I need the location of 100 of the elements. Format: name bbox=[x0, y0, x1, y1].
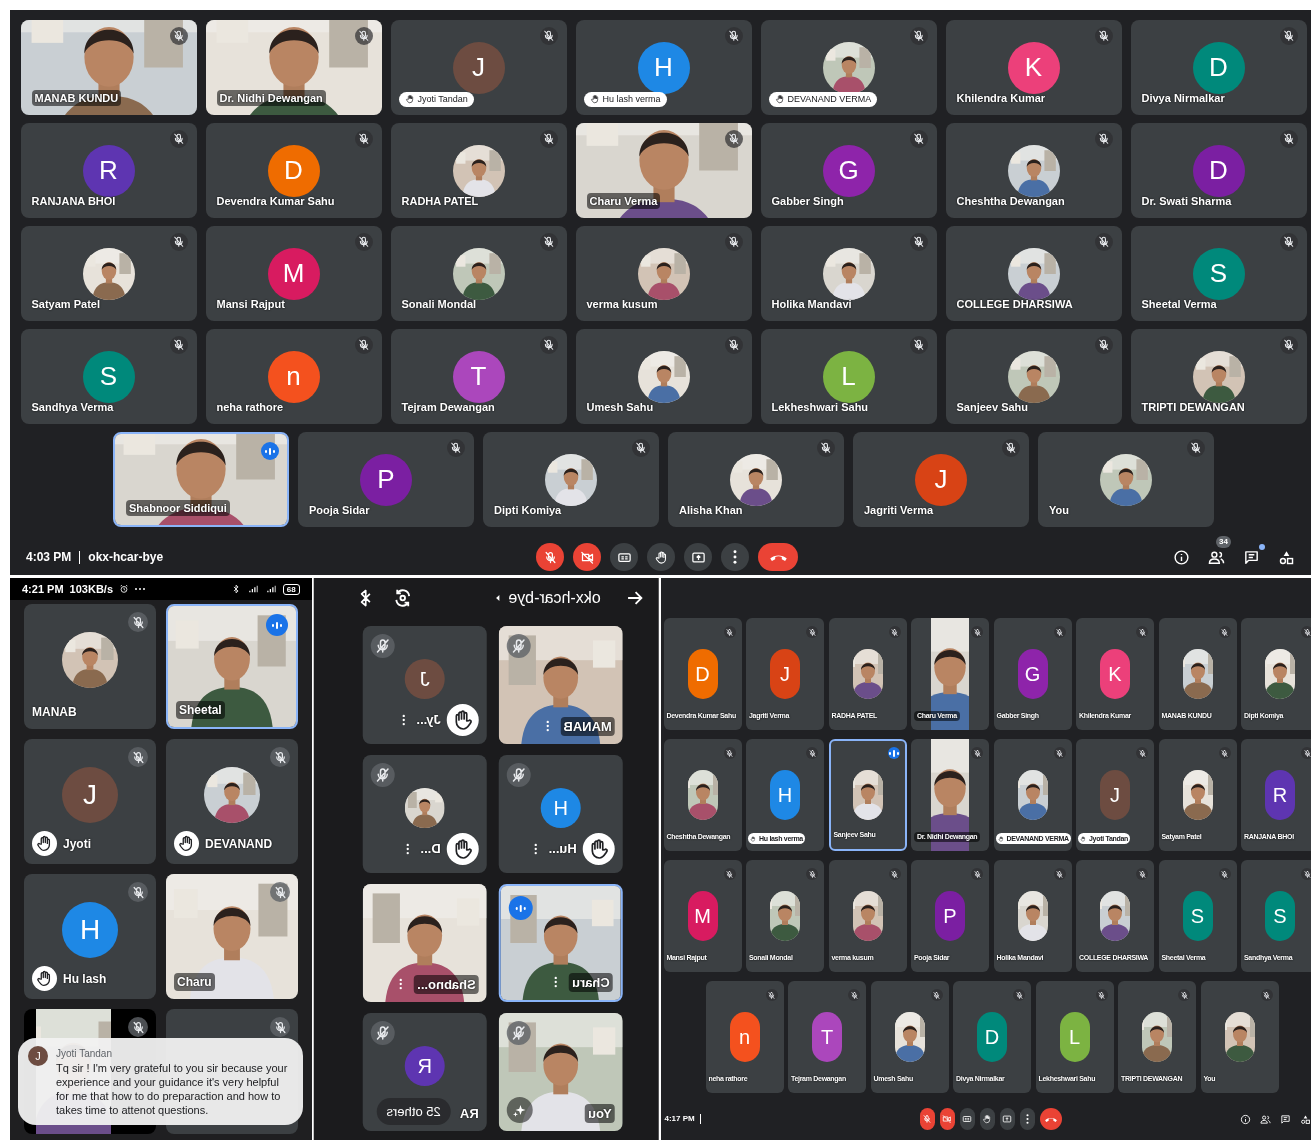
avatar-letter: L bbox=[822, 350, 875, 403]
signal-icon bbox=[246, 584, 259, 594]
present-button[interactable] bbox=[684, 543, 712, 571]
more-button[interactable] bbox=[1019, 1108, 1035, 1130]
name-label: TRIPTI DEWANGAN bbox=[1141, 399, 1245, 415]
name-label: Charu Verma bbox=[586, 192, 661, 209]
end-call-button[interactable] bbox=[1039, 1108, 1062, 1130]
chat-button[interactable] bbox=[1243, 548, 1260, 566]
mic-off-button[interactable] bbox=[536, 543, 564, 571]
name-label: Jyoti bbox=[63, 835, 91, 853]
name-label: DEVANAND VERMA bbox=[768, 91, 878, 107]
present-icon bbox=[690, 549, 706, 565]
raise-hand-button[interactable] bbox=[647, 543, 675, 571]
avatar-letter: T bbox=[452, 350, 505, 403]
name-label: Sanjeev Sahu bbox=[956, 399, 1029, 415]
avatar-letter: n bbox=[267, 350, 320, 403]
alarm-icon bbox=[119, 584, 129, 594]
captions-button[interactable] bbox=[610, 543, 638, 571]
name-label: Hu lash bbox=[63, 970, 107, 988]
name-label: MANAB bbox=[32, 704, 77, 721]
avatar-letter: M bbox=[687, 891, 718, 941]
camera-off-icon bbox=[942, 1114, 952, 1124]
avatar-letter: P bbox=[935, 891, 965, 941]
mic-off-button[interactable] bbox=[919, 1108, 935, 1130]
name-label: You bbox=[1049, 502, 1069, 518]
name-label: Cheshtha Dewangan bbox=[956, 193, 1065, 209]
end-call-button[interactable] bbox=[758, 543, 798, 571]
avatar-letter: H bbox=[540, 788, 581, 828]
info-button[interactable] bbox=[1173, 548, 1190, 566]
name-label: Satyam Patel bbox=[31, 296, 100, 312]
mic-off-icon bbox=[542, 549, 558, 565]
name-label: Holika Mandavi bbox=[771, 296, 852, 312]
avatar-letter: T bbox=[812, 1012, 842, 1062]
avatar-letter: J bbox=[28, 1046, 48, 1066]
message-text: Tq sir ! I'm very grateful to you sir because your experience and your guidance it's very helpful for me that how to do preparaction and how to takes time to attenot questions. bbox=[56, 1061, 289, 1117]
name-label: Shabnoor Siddiqui bbox=[126, 499, 230, 516]
avatar-letter: H bbox=[62, 901, 118, 958]
avatar-letter: J bbox=[770, 649, 800, 699]
avatar-letter: J bbox=[452, 41, 505, 94]
camera-off-icon bbox=[579, 549, 595, 565]
people-button[interactable] bbox=[1208, 548, 1225, 566]
avatar-letter: D bbox=[267, 144, 320, 197]
avatar-letter: R bbox=[404, 1046, 445, 1086]
name-label: D... bbox=[420, 840, 441, 859]
activities-button[interactable] bbox=[1278, 548, 1295, 566]
people-button[interactable] bbox=[1260, 1113, 1271, 1125]
hand-icon bbox=[653, 549, 669, 565]
meeting-code[interactable]: okx-hcar-bye bbox=[508, 586, 601, 610]
name-label: Charu bbox=[174, 973, 215, 991]
meeting-time: 4:03 PM bbox=[26, 549, 72, 566]
name-label: Shabno... bbox=[414, 974, 479, 994]
name-label: DEVANAND bbox=[205, 835, 273, 853]
avatar-letter: D bbox=[687, 649, 718, 699]
chat-button[interactable] bbox=[1280, 1113, 1291, 1125]
name-label: verma kusum bbox=[586, 296, 658, 312]
raise-hand-button[interactable] bbox=[979, 1108, 995, 1130]
phone-icon bbox=[769, 553, 787, 561]
avatar-letter: J bbox=[1100, 770, 1130, 820]
avatar-letter: S bbox=[1192, 247, 1245, 300]
camera-off-button[interactable] bbox=[573, 543, 601, 571]
camera-off-button[interactable] bbox=[939, 1108, 955, 1130]
chat-notification[interactable]: J Jyoti Tandan Tq sir ! I'm very grateful to you sir because your experience and your guidance it's very helpful for me that how to do preparaction and how to takes time to attenot questions. bbox=[18, 1038, 303, 1125]
avatar-letter: R bbox=[82, 144, 135, 197]
hand-icon bbox=[404, 94, 415, 105]
avatar-letter: M bbox=[267, 247, 320, 300]
avatar-letter: J bbox=[404, 659, 445, 699]
name-label: Jy... bbox=[416, 711, 441, 730]
avatar-letter: K bbox=[1007, 41, 1060, 94]
effects-button[interactable] bbox=[506, 1097, 533, 1123]
activities-button[interactable] bbox=[1300, 1113, 1311, 1125]
avatar-letter: D bbox=[1192, 41, 1245, 94]
name-label: Dipti Komiya bbox=[494, 502, 562, 518]
avatar-letter: J bbox=[915, 453, 967, 506]
name-label: Sheetal bbox=[176, 701, 225, 719]
status-time: 4:21 PM bbox=[22, 581, 64, 597]
avatar-letter: H bbox=[637, 41, 690, 94]
avatar-letter: D bbox=[1192, 144, 1245, 197]
hand-icon bbox=[750, 835, 756, 842]
sender-name: Jyoti Tandan bbox=[56, 1047, 113, 1061]
hand-icon bbox=[982, 1114, 992, 1124]
captions-button[interactable] bbox=[959, 1108, 975, 1130]
network-speed: 103KB/s bbox=[69, 581, 113, 597]
sparkle-icon bbox=[512, 1102, 527, 1118]
name-label: RA bbox=[459, 1104, 479, 1123]
present-button[interactable] bbox=[999, 1108, 1015, 1130]
avatar-letter: G bbox=[822, 144, 875, 197]
hand-icon bbox=[774, 94, 785, 105]
name-label: RADHA PATEL bbox=[401, 193, 479, 209]
more-button[interactable] bbox=[721, 543, 749, 571]
avatar-letter: S bbox=[1182, 891, 1213, 941]
name-label: Sonali Mondal bbox=[401, 296, 477, 312]
avatar-letter: D bbox=[977, 1012, 1007, 1062]
hand-icon bbox=[997, 835, 1004, 842]
battery-level: 68 bbox=[282, 583, 300, 595]
info-button[interactable] bbox=[1240, 1113, 1251, 1125]
name-label: Hu lash verma bbox=[583, 91, 667, 107]
name-label: Jyoti Tandan bbox=[398, 91, 474, 107]
others-pill[interactable]: 25 others bbox=[376, 1097, 451, 1125]
avatar-letter: J bbox=[62, 766, 118, 823]
hand-icon bbox=[589, 94, 600, 105]
